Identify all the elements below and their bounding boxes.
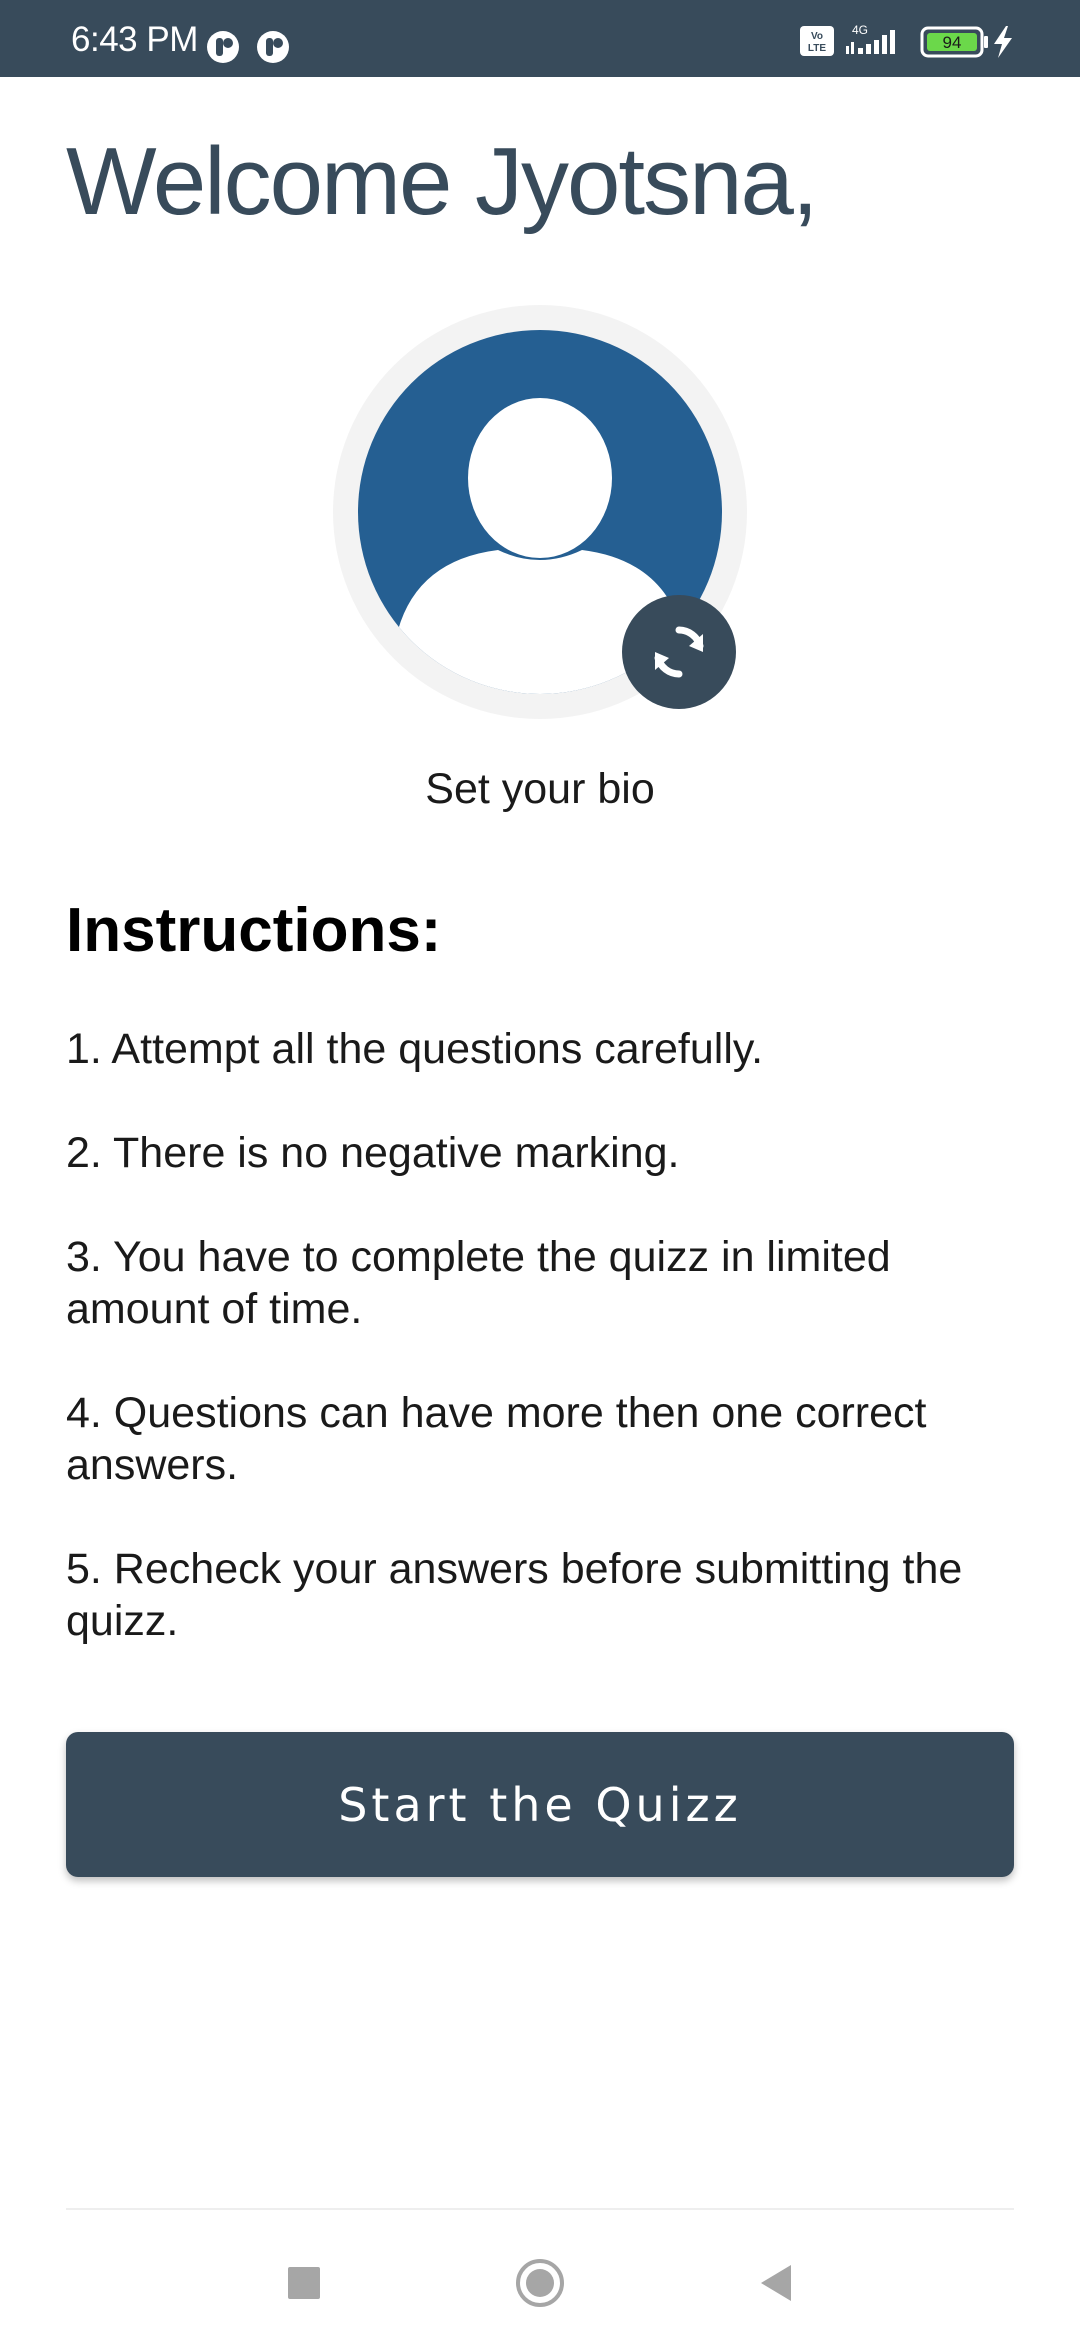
svg-text:Vo: Vo bbox=[811, 31, 823, 42]
battery-icon: 94 bbox=[920, 26, 988, 58]
back-button[interactable] bbox=[750, 2258, 800, 2308]
status-time: 6:43 PM bbox=[71, 20, 198, 59]
square-icon bbox=[288, 2267, 320, 2299]
instruction-item: 1. Attempt all the questions carefully. bbox=[66, 1025, 764, 1073]
volte-icon: Vo LTE bbox=[800, 26, 834, 56]
system-nav-bar bbox=[0, 2208, 1080, 2340]
welcome-title: Welcome Jyotsna, bbox=[66, 128, 819, 235]
instruction-item: 5. Recheck your answers before submittin… bbox=[66, 1545, 963, 1645]
charging-icon bbox=[994, 26, 1012, 58]
circle-icon bbox=[516, 2259, 564, 2307]
instruction-item: 2. There is no negative marking. bbox=[66, 1129, 680, 1177]
notification-icon bbox=[256, 30, 290, 69]
instruction-item: 4. Questions can have more then one corr… bbox=[66, 1389, 927, 1489]
start-quiz-button[interactable]: Start the Quizz bbox=[66, 1732, 1014, 1877]
sync-icon bbox=[654, 626, 704, 678]
set-bio-link[interactable]: Set your bio bbox=[0, 765, 1080, 814]
main-content: Welcome Jyotsna, Set your bio Instructio… bbox=[0, 77, 1080, 2237]
instructions-title: Instructions: bbox=[66, 896, 442, 965]
recents-button[interactable] bbox=[279, 2258, 329, 2308]
notification-icon bbox=[206, 30, 240, 69]
svg-text:LTE: LTE bbox=[808, 43, 826, 54]
svg-text:94: 94 bbox=[943, 33, 962, 52]
instruction-item: 3. You have to complete the quizz in lim… bbox=[66, 1233, 891, 1333]
svg-text:4G: 4G bbox=[852, 23, 868, 37]
home-button[interactable] bbox=[515, 2258, 565, 2308]
nav-divider bbox=[66, 2208, 1014, 2210]
signal-icon: 4G bbox=[846, 23, 895, 54]
triangle-back-icon bbox=[761, 2265, 791, 2301]
change-avatar-button[interactable] bbox=[622, 595, 736, 709]
status-bar: 6:43 PM Vo LTE 4G 94 bbox=[0, 0, 1080, 77]
instructions-list: 1. Attempt all the questions carefully. … bbox=[66, 1023, 1016, 1699]
